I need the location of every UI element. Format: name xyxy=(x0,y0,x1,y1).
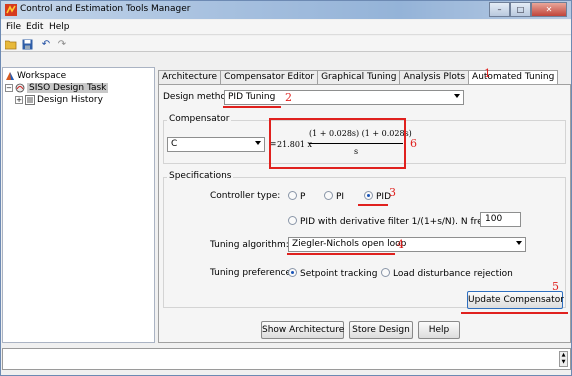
minimize-button[interactable]: – xyxy=(489,2,510,17)
undo-icon[interactable]: ↶ xyxy=(40,38,52,50)
maximize-button[interactable]: □ xyxy=(510,2,531,17)
derivative-filter-radio-icon xyxy=(288,216,297,225)
annotation-box-formula xyxy=(269,118,406,169)
siso-task-icon xyxy=(15,83,25,93)
open-folder-icon[interactable] xyxy=(5,38,17,50)
dropdown-arrow-icon xyxy=(255,141,261,145)
radio-pi[interactable]: PI xyxy=(324,191,344,202)
tab-bar: Architecture Compensator Editor Graphica… xyxy=(158,70,559,84)
store-design-button[interactable]: Store Design xyxy=(349,321,413,339)
app-window: Control and Estimation Tools Manager – □… xyxy=(0,0,572,376)
close-button[interactable]: ✕ xyxy=(531,2,567,17)
tree-item-workspace[interactable]: Workspace xyxy=(5,70,66,82)
tuning-algorithm-label: Tuning algorithm: xyxy=(210,240,289,250)
specifications-group-title: Specifications xyxy=(167,171,234,181)
tuning-algorithm-select[interactable]: Ziegler-Nichols open loop xyxy=(288,237,526,252)
annotation-underline-method xyxy=(223,106,281,108)
annotation-1: 1 xyxy=(484,67,491,80)
menu-file[interactable]: File xyxy=(6,22,21,32)
radio-load-disturbance-icon xyxy=(381,268,390,277)
radio-pid[interactable]: PID xyxy=(364,191,391,202)
dropdown-arrow-icon xyxy=(516,241,522,245)
annotation-underline-algorithm xyxy=(287,253,395,255)
tree-item-design-history[interactable]: + Design History xyxy=(15,94,103,106)
compensator-group-title: Compensator xyxy=(167,114,232,124)
menu-bar: File Edit Help xyxy=(1,20,571,35)
compensator-select-value: C xyxy=(171,139,178,149)
n-frequency-input[interactable]: 100 xyxy=(480,212,521,227)
main-panel: Architecture Compensator Editor Graphica… xyxy=(158,67,571,343)
tree-label-siso-design-task: SISO Design Task xyxy=(27,83,109,93)
help-button[interactable]: Help xyxy=(418,321,460,339)
workspace-icon xyxy=(6,72,14,80)
design-history-icon xyxy=(25,95,35,105)
tree-label-design-history: Design History xyxy=(37,95,103,105)
collapse-toggle-icon[interactable]: − xyxy=(5,84,13,92)
matlab-app-icon xyxy=(5,4,17,16)
window-title: Control and Estimation Tools Manager xyxy=(20,4,191,14)
radio-p-icon xyxy=(288,191,297,200)
redo-icon[interactable]: ↷ xyxy=(56,38,68,50)
automated-tuning-content: Design method: PID Tuning 2 Compensator … xyxy=(158,84,571,343)
radio-p[interactable]: P xyxy=(288,191,305,202)
menu-edit[interactable]: Edit xyxy=(26,22,43,32)
tab-graphical-tuning[interactable]: Graphical Tuning xyxy=(317,70,401,84)
compensator-select[interactable]: C xyxy=(167,137,265,152)
update-compensator-button[interactable]: Update Compensator xyxy=(467,291,564,309)
tab-automated-tuning[interactable]: Automated Tuning xyxy=(468,70,559,84)
radio-pid-selected-icon xyxy=(364,191,373,200)
title-bar: Control and Estimation Tools Manager – □… xyxy=(1,1,571,19)
tuning-algorithm-value: Ziegler-Nichols open loop xyxy=(292,239,407,249)
menu-help[interactable]: Help xyxy=(49,22,70,32)
status-spinner[interactable]: ▲ ▼ xyxy=(559,351,568,367)
workspace-tree: Workspace − SISO Design Task + Design Hi… xyxy=(2,67,155,343)
show-architecture-button[interactable]: Show Architecture xyxy=(261,321,344,339)
dropdown-arrow-icon xyxy=(454,94,460,98)
annotation-3: 3 xyxy=(389,186,396,199)
tab-analysis-plots[interactable]: Analysis Plots xyxy=(399,70,470,84)
tuning-preference-label: Tuning preference: xyxy=(210,268,295,278)
tree-item-siso-design-task[interactable]: − SISO Design Task xyxy=(5,82,109,94)
radio-setpoint-selected-icon xyxy=(288,268,297,277)
annotation-4: 4 xyxy=(397,238,404,251)
annotation-6: 6 xyxy=(410,137,417,150)
radio-load-disturbance[interactable]: Load disturbance rejection xyxy=(381,268,513,279)
annotation-underline-pid xyxy=(358,204,388,206)
design-method-value: PID Tuning xyxy=(228,92,276,102)
radio-pi-icon xyxy=(324,191,333,200)
radio-setpoint-tracking[interactable]: Setpoint tracking xyxy=(288,268,377,279)
controller-type-label: Controller type: xyxy=(210,191,281,201)
toolbar: ↶ ↷ xyxy=(1,36,571,52)
tab-compensator-editor[interactable]: Compensator Editor xyxy=(220,70,319,84)
annotation-2: 2 xyxy=(285,91,292,104)
expand-toggle-icon[interactable]: + xyxy=(15,96,23,104)
design-method-select[interactable]: PID Tuning xyxy=(224,90,464,105)
tree-label-workspace: Workspace xyxy=(17,71,67,81)
tab-architecture[interactable]: Architecture xyxy=(158,70,222,84)
annotation-underline-update xyxy=(461,312,568,314)
status-bar: ▲ ▼ xyxy=(2,348,571,370)
save-icon[interactable] xyxy=(21,38,33,50)
